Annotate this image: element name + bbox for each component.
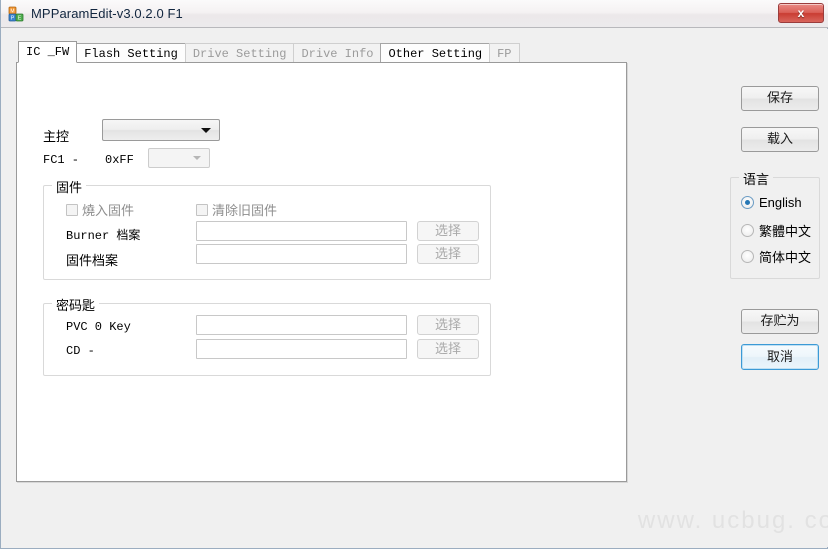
- key-group: 密码匙 PVC 0 Key 选择 CD - 选择: [43, 295, 491, 376]
- title-bar[interactable]: M P E MPParamEdit-v3.0.2.0 F1 x: [1, 0, 828, 28]
- window-title: MPParamEdit-v3.0.2.0 F1: [31, 6, 183, 21]
- radio-language-english[interactable]: English: [741, 195, 802, 210]
- controller-label: 主控: [43, 130, 70, 145]
- tab-other-setting[interactable]: Other Setting: [380, 43, 491, 63]
- burn-firmware-checkbox: 燒入固件: [66, 200, 134, 219]
- tab-panel-ic-fw: 主控 FC1 - 0xFF 固件 燒入固件 清除旧固件 Burner 档案 选择…: [16, 62, 627, 482]
- firmware-group: 固件 燒入固件 清除旧固件 Burner 档案 选择 固件档案 选择: [43, 177, 491, 280]
- checkbox-icon: [196, 203, 208, 216]
- tab-fp: FP: [489, 43, 520, 63]
- pvc-key-browse-button: 选择: [417, 315, 479, 335]
- tab-drive-setting: Drive Setting: [184, 43, 295, 63]
- client-area: IC _FW Flash Setting Drive Setting Drive…: [2, 29, 828, 547]
- radio-icon: [741, 224, 754, 237]
- burner-file-label: Burner 档案: [66, 229, 141, 243]
- fc1-value: 0xFF: [105, 153, 134, 167]
- cancel-button[interactable]: 取消: [741, 344, 819, 370]
- close-icon: x: [797, 6, 805, 20]
- tab-flash-setting[interactable]: Flash Setting: [76, 43, 186, 63]
- blocks-icon: M P E: [8, 6, 24, 22]
- language-group-title: 语言: [739, 169, 774, 188]
- clear-old-firmware-checkbox: 清除旧固件: [196, 200, 277, 219]
- burner-file-browse-button: 选择: [417, 221, 479, 241]
- key-group-title: 密码匙: [52, 295, 100, 314]
- fc1-label: FC1 -: [43, 153, 80, 167]
- tab-drive-info: Drive Info: [293, 43, 382, 63]
- burn-firmware-label: 燒入固件: [82, 204, 135, 219]
- radio-language-simplified-chinese[interactable]: 简体中文: [741, 247, 811, 266]
- radio-traditional-chinese-label: 繁體中文: [759, 225, 812, 240]
- radio-language-traditional-chinese[interactable]: 繁體中文: [741, 221, 811, 240]
- load-button[interactable]: 载入: [741, 127, 819, 152]
- radio-english-label: English: [759, 195, 802, 210]
- clear-old-firmware-label: 清除旧固件: [212, 204, 278, 219]
- site-watermark: www. ucbug. co: [637, 507, 828, 534]
- save-button[interactable]: 保存: [741, 86, 819, 111]
- radio-icon: [741, 250, 754, 263]
- fc1-combo: [148, 148, 210, 168]
- firmware-file-input[interactable]: [196, 244, 407, 264]
- cd-key-label: CD -: [66, 344, 95, 358]
- save-as-button[interactable]: 存贮为: [741, 309, 819, 334]
- radio-selected-icon: [741, 196, 754, 209]
- pvc-key-label: PVC 0 Key: [66, 320, 131, 334]
- cd-key-browse-button: 选择: [417, 339, 479, 359]
- window-frame: M P E MPParamEdit-v3.0.2.0 F1 x IC _FW F…: [0, 0, 828, 549]
- checkbox-icon: [66, 203, 78, 216]
- firmware-file-browse-button: 选择: [417, 244, 479, 264]
- tab-ic-fw[interactable]: IC _FW: [18, 41, 78, 63]
- application-window: M P E MPParamEdit-v3.0.2.0 F1 x IC _FW F…: [0, 0, 828, 549]
- radio-simplified-chinese-label: 简体中文: [759, 251, 812, 266]
- language-group: 语言 English 繁體中文 简体中文: [730, 169, 820, 279]
- controller-combo[interactable]: [102, 119, 220, 141]
- burner-file-input[interactable]: [196, 221, 407, 241]
- tab-strip: IC _FW Flash Setting Drive Setting Drive…: [16, 41, 520, 63]
- firmware-file-label: 固件档案: [66, 254, 119, 269]
- close-button[interactable]: x: [778, 3, 824, 23]
- tab-control: IC _FW Flash Setting Drive Setting Drive…: [16, 41, 627, 482]
- cd-key-input[interactable]: [196, 339, 407, 359]
- chevron-down-icon: [201, 128, 211, 133]
- firmware-group-title: 固件: [52, 177, 87, 196]
- chevron-down-icon: [193, 156, 201, 160]
- pvc-key-input[interactable]: [196, 315, 407, 335]
